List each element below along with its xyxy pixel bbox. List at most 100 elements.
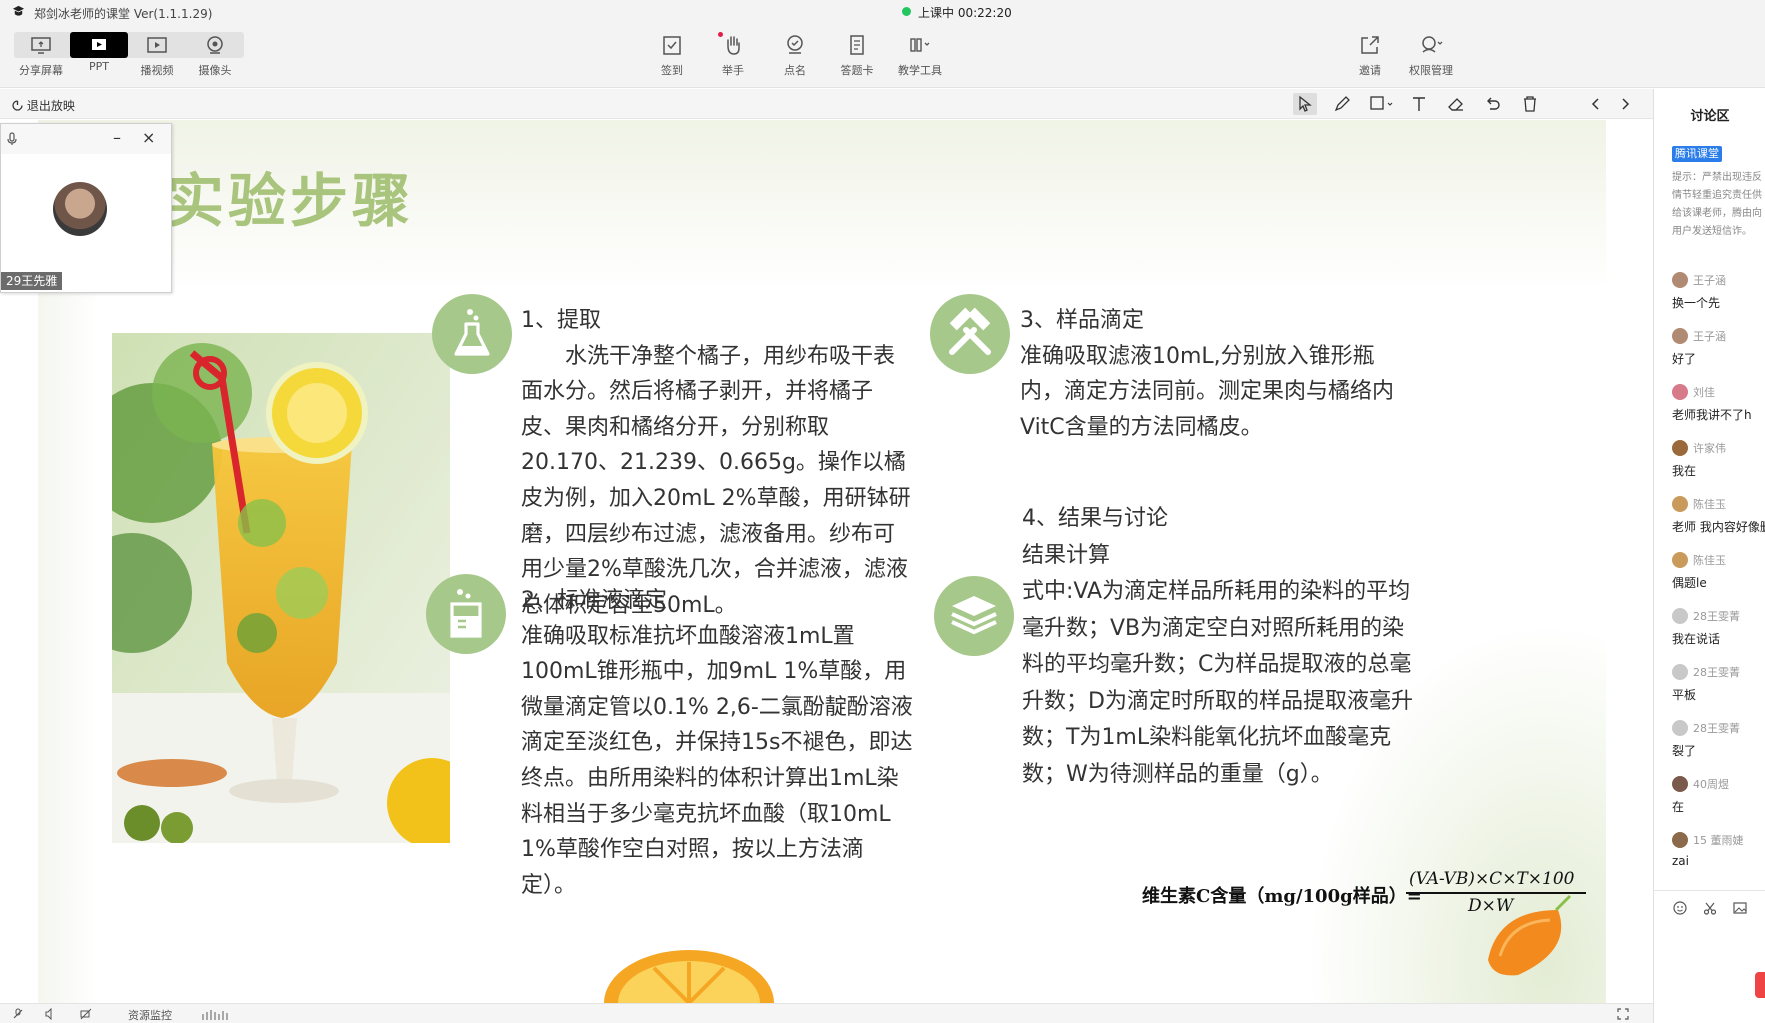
flask-icon (454, 309, 490, 356)
answer-card-button[interactable]: 答题卡 (828, 32, 886, 82)
roll-call-label: 点名 (784, 64, 806, 77)
pointer-tool-button[interactable] (1293, 93, 1317, 115)
invite-label: 邀请 (1359, 64, 1381, 77)
avatar (1672, 608, 1688, 624)
avatar (1672, 384, 1688, 400)
floating-tab[interactable] (1755, 972, 1765, 998)
ppt-slide: 实验步骤 1、提取 水洗干净整个橘子，用纱布吸干表面水分。然后将橘子剥开，并将橘… (38, 120, 1606, 1003)
chat-username: 陈佳玉 (1693, 554, 1726, 567)
shape-tool-button[interactable] (1367, 93, 1393, 115)
step1-block: 1、提取 水洗干净整个橘子，用纱布吸干表面水分。然后将橘子剥开，并将橘子皮、果肉… (521, 303, 911, 623)
share-screen-button[interactable]: 分享屏幕 (12, 32, 70, 82)
checkin-label: 签到 (661, 64, 683, 77)
ppt-label: PPT (89, 60, 109, 73)
invite-button[interactable]: 邀请 (1341, 32, 1399, 82)
chat-username: 王子涵 (1693, 274, 1726, 287)
previous-slide-button[interactable] (1584, 93, 1608, 115)
play-video-button[interactable]: 播视频 (128, 32, 186, 82)
exit-presentation-button[interactable]: 退出放映 (12, 97, 75, 114)
chat-text: 老师我讲不了h (1672, 408, 1752, 422)
share-screen-icon (31, 37, 51, 54)
exit-icon (12, 100, 23, 111)
discussion-notice: 提示：严禁出现违反情节轻重追究责任供给该课老师，腾由向用户发送短信诈。 (1672, 172, 1762, 237)
step2-heading: 2、标准液滴定 (521, 588, 667, 613)
ppt-button[interactable] (70, 32, 128, 58)
pen-tool-button[interactable] (1330, 93, 1354, 115)
ppt-icon (92, 39, 106, 50)
checkin-button[interactable]: 签到 (643, 32, 701, 82)
window-title: 郑剑冰老师的课堂 Ver(1.1.1.29) (34, 7, 213, 21)
image-icon[interactable] (1732, 900, 1748, 916)
avatar (1672, 440, 1688, 456)
title-bar: 郑剑冰老师的课堂 Ver(1.1.1.29) 上课中 00:22:20 (0, 0, 1765, 24)
ppt-button-label[interactable]: PPT (70, 60, 128, 76)
chat-text: 平板 (1672, 688, 1697, 702)
books-icon (951, 596, 997, 635)
discussion-title: 讨论区 (1690, 109, 1730, 124)
student-video-window[interactable]: – × 29王先雅 (0, 123, 172, 293)
step4-heading: 4、结果与讨论 (1022, 506, 1168, 531)
mic-muted-icon[interactable] (12, 1008, 24, 1020)
invite-icon (1361, 36, 1379, 54)
main-toolbar: 分享屏幕 PPT 播视频 摄像头 签到 举手 点名 答题卡 教学工具 邀请 权限… (0, 24, 1765, 88)
step3-heading: 3、样品滴定 (1020, 308, 1144, 333)
chat-username: 28王雯菁 (1693, 666, 1740, 679)
raise-hand-button[interactable]: 举手 (704, 32, 762, 82)
scissors-icon[interactable] (1702, 900, 1718, 916)
orange-segment-decoration (1488, 894, 1572, 976)
speaker-icon[interactable] (44, 1008, 56, 1020)
roll-call-button[interactable]: 点名 (766, 32, 824, 82)
student-name-tag: 29王先雅 (1, 272, 63, 290)
chat-username: 许家伟 (1693, 442, 1726, 455)
video-window-bar: – × (1, 124, 171, 154)
step4-body: 式中:VA为滴定样品所耗用的染料的平均毫升数；VB为滴定空白对照所耗用的染料的平… (1022, 579, 1413, 787)
lemonade-illustration (112, 333, 450, 843)
chat-username: 刘佳 (1693, 386, 1715, 399)
chat-text: 好了 (1672, 352, 1697, 366)
formula-lhs: 维生素C含量（mg/100g样品）= (1142, 886, 1422, 907)
undo-button[interactable] (1481, 93, 1505, 115)
hammer-step-icon (930, 294, 1010, 374)
camera-off-icon[interactable] (80, 1008, 92, 1020)
chat-username: 28王雯菁 (1693, 722, 1740, 735)
chevron-right-icon (1622, 98, 1630, 110)
chat-text: 偶题le (1672, 576, 1707, 590)
pen-icon (1334, 96, 1350, 112)
avatar (1672, 776, 1688, 792)
emoji-icon[interactable] (1672, 900, 1688, 916)
chat-username: 王子涵 (1693, 330, 1726, 343)
chat-username: 40周煜 (1693, 778, 1729, 791)
clear-button[interactable] (1518, 93, 1542, 115)
chat-username: 15 董雨婕 (1693, 834, 1744, 847)
minimize-button[interactable]: – (113, 128, 121, 147)
share-screen-label: 分享屏幕 (19, 64, 63, 77)
avatar (1672, 328, 1688, 344)
chat-input-tools (1672, 900, 1762, 920)
signal-bars-icon (202, 1010, 228, 1020)
answer-card-label: 答题卡 (840, 64, 874, 77)
fullscreen-icon[interactable] (1616, 1007, 1630, 1021)
roll-call-icon (787, 35, 803, 54)
camera-icon (207, 36, 223, 54)
step3-block: 3、样品滴定 准确吸取滤液10mL,分别放入锥形瓶内，滴定方法同前。测定果肉与橘… (1020, 303, 1415, 445)
slide-left-wash (38, 240, 98, 1003)
eraser-tool-button[interactable] (1444, 93, 1468, 115)
permission-button[interactable]: 权限管理 (1402, 32, 1460, 82)
camera-button[interactable]: 摄像头 (186, 32, 244, 82)
play-video-icon (147, 37, 167, 53)
answer-card-icon (850, 35, 864, 55)
close-button[interactable]: × (142, 128, 155, 147)
lemonade-photo (112, 333, 450, 843)
avatar (1672, 272, 1688, 288)
raise-hand-alert-dot (718, 32, 723, 37)
flask-step-icon (432, 294, 512, 374)
resource-monitor-label[interactable]: 资源监控 (128, 1007, 172, 1023)
orange-slice-decoration (604, 950, 774, 1003)
teaching-tools-button[interactable]: 教学工具 (891, 32, 949, 82)
next-slide-button[interactable] (1613, 93, 1637, 115)
step1-heading: 1、提取 (521, 308, 601, 333)
chat-text: 裂了 (1672, 744, 1697, 758)
text-tool-button[interactable] (1407, 93, 1431, 115)
chat-text: 我在说话 (1672, 632, 1721, 646)
discussion-panel: 讨论区 腾讯课堂 提示：严禁出现违反情节轻重追究责任供给该课老师，腾由向用户发送… (1653, 89, 1765, 1023)
